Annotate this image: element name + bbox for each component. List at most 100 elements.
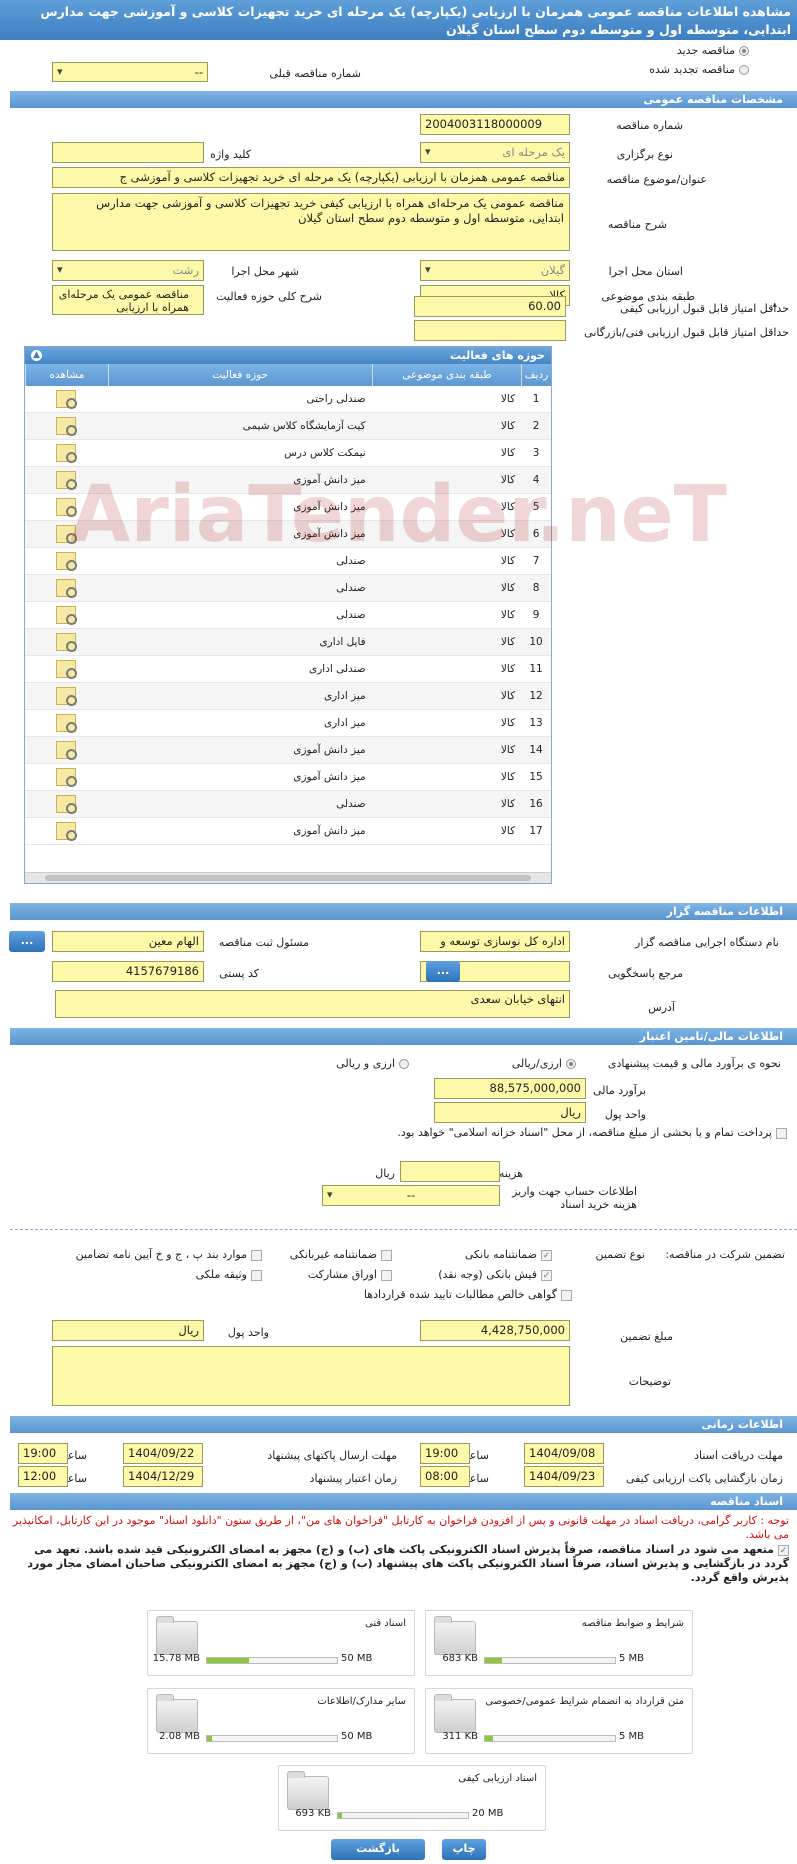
clause-label: موارد بند پ ، ج و خ آیین نامه تضامین xyxy=(75,1248,247,1261)
view-details-icon[interactable] xyxy=(56,795,78,814)
responsible-label: مسئول ثبت مناقصه xyxy=(218,936,309,949)
prev-number-select[interactable]: -- xyxy=(52,62,208,82)
view-details-icon[interactable] xyxy=(56,633,78,652)
rial-currency-radio[interactable]: ارزی و ریالی xyxy=(336,1057,409,1070)
property-checkbox[interactable]: وثیقه ملکی xyxy=(196,1268,262,1281)
bank-guarantee-checkbox[interactable]: ✓ضمانتنامه بانکی xyxy=(465,1248,552,1261)
view-details-icon[interactable] xyxy=(56,741,78,760)
collapse-icon[interactable]: ▲ xyxy=(31,350,42,361)
receive-time-field: 19:00 xyxy=(420,1443,470,1464)
type-select[interactable]: یک مرحله ای xyxy=(420,142,570,163)
province-select[interactable]: گیلان xyxy=(420,260,570,281)
keyword-field[interactable] xyxy=(52,142,204,163)
responsible-lookup-button[interactable]: ... xyxy=(9,931,45,952)
view-details-icon[interactable] xyxy=(56,552,78,571)
row-number: 1 xyxy=(532,393,540,405)
doc-file-card[interactable]: متن قرارداد به انضمام شرایط عمومی/خصوصی 5… xyxy=(425,1688,693,1754)
row-category: کالا xyxy=(500,690,516,702)
min-quality-label: حداقل امتیاز قابل قبول ارزیابی کیفی xyxy=(620,302,789,315)
view-details-icon[interactable] xyxy=(56,687,78,706)
view-details-icon[interactable] xyxy=(56,525,78,544)
commit-checkbox[interactable]: ✓متعهد می شود در اسناد مناقصه، صرفاً پذی… xyxy=(7,1543,789,1585)
view-details-icon[interactable] xyxy=(56,417,78,436)
city-select[interactable]: رشت xyxy=(52,260,204,281)
table-row: 5 کالا میز دانش آموزی xyxy=(25,494,551,521)
doc-file-card[interactable]: سایر مدارک/اطلاعات 50 MB 2.08 MB xyxy=(147,1688,415,1754)
bonds-label: اوراق مشارکت xyxy=(307,1268,377,1281)
view-details-icon[interactable] xyxy=(56,498,78,517)
row-number: 2 xyxy=(532,420,540,432)
city-label: شهر محل اجرا xyxy=(231,265,299,278)
account-select[interactable]: -- xyxy=(322,1185,500,1206)
activities-columns: ردیف طبقه بندی موضوعی حوزه فعالیت مشاهده xyxy=(25,364,551,386)
row-number: 10 xyxy=(529,636,543,648)
view-details-icon[interactable] xyxy=(56,822,78,841)
view-details-icon[interactable] xyxy=(56,471,78,490)
guarantee-participation-label: تضمین شرکت در مناقصه: xyxy=(665,1248,785,1261)
validity-time-field: 12:00 xyxy=(18,1466,68,1487)
grid-scrollbar[interactable] xyxy=(25,872,551,883)
prev-number-label: شماره مناقصه قبلی xyxy=(269,67,361,80)
view-details-icon[interactable] xyxy=(56,444,78,463)
doc-file-max-size: 50 MB xyxy=(341,1653,373,1664)
validity-label: زمان اعتبار پیشنهاد xyxy=(309,1472,397,1485)
doc-file-card[interactable]: اسناد ارزیابی کیفی 20 MB 693 KB xyxy=(278,1765,546,1831)
address-label: آدرس xyxy=(648,1001,675,1014)
row-category: کالا xyxy=(500,744,516,756)
rial-radio[interactable]: ارزی/ریالی xyxy=(512,1057,576,1070)
view-details-icon[interactable] xyxy=(56,660,78,679)
estimate-amount-field: 88,575,000,000 xyxy=(434,1078,586,1099)
row-category: کالا xyxy=(500,636,516,648)
view-details-icon[interactable] xyxy=(56,390,78,409)
doc-file-card[interactable]: اسناد فنی 50 MB 15.78 MB xyxy=(147,1610,415,1676)
activity-field: مناقصه عمومی یک مرحله‌ای همراه با ارزیاب… xyxy=(52,285,204,315)
postal-code-field: 4157679186 xyxy=(52,961,204,982)
row-category: کالا xyxy=(500,717,516,729)
currency-unit-field: ریال xyxy=(434,1102,586,1123)
print-button[interactable]: چاپ xyxy=(442,1839,486,1860)
guarantee-type-label: نوع تضمین xyxy=(595,1248,645,1261)
col-row[interactable]: ردیف xyxy=(521,364,551,386)
new-tender-radio[interactable]: مناقصه جدید xyxy=(677,44,749,57)
view-details-icon[interactable] xyxy=(56,579,78,598)
rial-currency-radio-label: ارزی و ریالی xyxy=(336,1057,395,1070)
reference-lookup-button[interactable]: ... xyxy=(426,961,460,982)
guarantee-amount-label: مبلغ تضمین xyxy=(620,1330,673,1343)
view-details-icon[interactable] xyxy=(56,768,78,787)
view-details-icon[interactable] xyxy=(56,606,78,625)
folder-icon xyxy=(156,1694,198,1733)
treasury-checkbox[interactable]: پرداخت تمام و یا بخشی از مبلغ مناقصه، از… xyxy=(187,1126,787,1140)
clause-checkbox[interactable]: موارد بند پ ، ج و خ آیین نامه تضامین xyxy=(76,1248,262,1261)
receive-deadline-label: مهلت دریافت اسناد xyxy=(694,1449,783,1462)
col-view[interactable]: مشاهده xyxy=(25,364,108,386)
row-field: صندلی xyxy=(336,582,366,594)
subject-field: مناقصه عمومی همزمان با ارزیابی (یکپارچه)… xyxy=(52,167,570,188)
nonbank-guarantee-checkbox[interactable]: ضمانتنامه غیربانکی xyxy=(290,1248,392,1261)
row-category: کالا xyxy=(500,663,516,675)
col-field[interactable]: حوزه فعالیت xyxy=(107,364,372,386)
table-row: 14 کالا میز دانش آموزی xyxy=(25,737,551,764)
check-deposit-checkbox[interactable]: ✓فیش بانکی (وجه نقد) xyxy=(438,1268,552,1281)
open-date-field: 1404/09/23 xyxy=(524,1466,604,1487)
renewed-tender-radio[interactable]: مناقصه تجدید شده xyxy=(649,63,749,76)
activities-grid-header: حوزه های فعالیت ▲ xyxy=(25,347,551,364)
doc-file-card[interactable]: شرایط و ضوابط مناقصه 5 MB 683 KB xyxy=(425,1610,693,1676)
back-button[interactable]: بازگشت xyxy=(331,1839,425,1860)
row-field: میز اداری xyxy=(323,717,366,729)
row-field: فایل اداری xyxy=(319,636,366,648)
tender-number-field: 2004003118000009 xyxy=(420,114,570,135)
doc-file-size: 2.08 MB xyxy=(159,1731,200,1742)
view-details-icon[interactable] xyxy=(56,714,78,733)
row-category: کالا xyxy=(500,501,516,513)
type-label: نوع برگزاری xyxy=(616,148,673,161)
reference-label: مرجع پاسخگویی xyxy=(608,967,683,980)
claims-label: گواهی خالص مطالبات تایید شده قراردادها xyxy=(363,1288,557,1301)
guarantee-unit-field: ریال xyxy=(52,1320,204,1341)
col-category[interactable]: طبقه بندی موضوعی xyxy=(371,364,521,386)
table-row: 15 کالا میز دانش آموزی xyxy=(25,764,551,791)
row-field: میز دانش آموزی xyxy=(293,501,366,513)
claims-checkbox[interactable]: گواهی خالص مطالبات تایید شده قراردادها xyxy=(364,1288,572,1301)
tender-number-label: شماره مناقصه xyxy=(616,119,683,132)
doc-file-progress xyxy=(337,1812,469,1819)
bonds-checkbox[interactable]: اوراق مشارکت xyxy=(308,1268,392,1281)
